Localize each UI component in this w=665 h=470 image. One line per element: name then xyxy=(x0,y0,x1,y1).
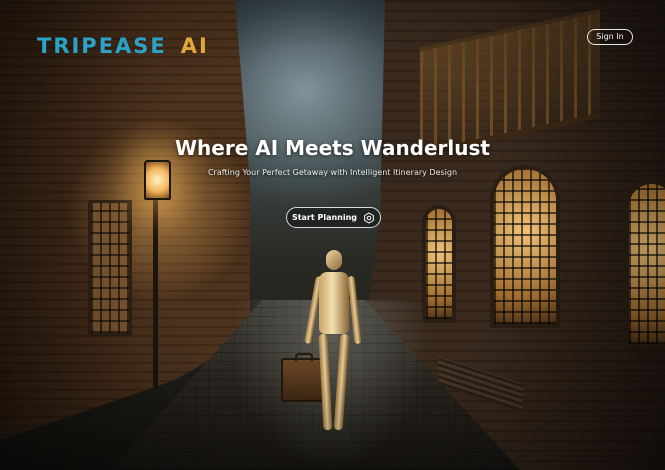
hero-subheadline: Crafting Your Perfect Getaway with Intel… xyxy=(207,168,458,177)
street-lamp-image xyxy=(144,160,171,200)
brand-logo[interactable]: TRIPEASE AI xyxy=(37,34,209,58)
brand-name: TRIPEASE xyxy=(37,34,167,58)
start-planning-label: Start Planning xyxy=(291,213,358,222)
robot-traveler-image xyxy=(304,250,362,440)
start-planning-button[interactable]: Start Planning xyxy=(286,207,381,228)
gear-icon xyxy=(364,211,374,224)
hero-headline: Where AI Meets Wanderlust xyxy=(175,136,490,160)
window-image xyxy=(625,180,665,348)
window-image xyxy=(490,165,560,328)
left-window-image xyxy=(88,200,132,336)
brand-suffix: AI xyxy=(180,34,209,58)
lamp-post-image xyxy=(153,195,158,390)
sign-in-button[interactable]: Sign In xyxy=(587,29,633,45)
hero-section: TRIPEASE AI Sign In Where AI Meets Wander… xyxy=(0,0,665,470)
